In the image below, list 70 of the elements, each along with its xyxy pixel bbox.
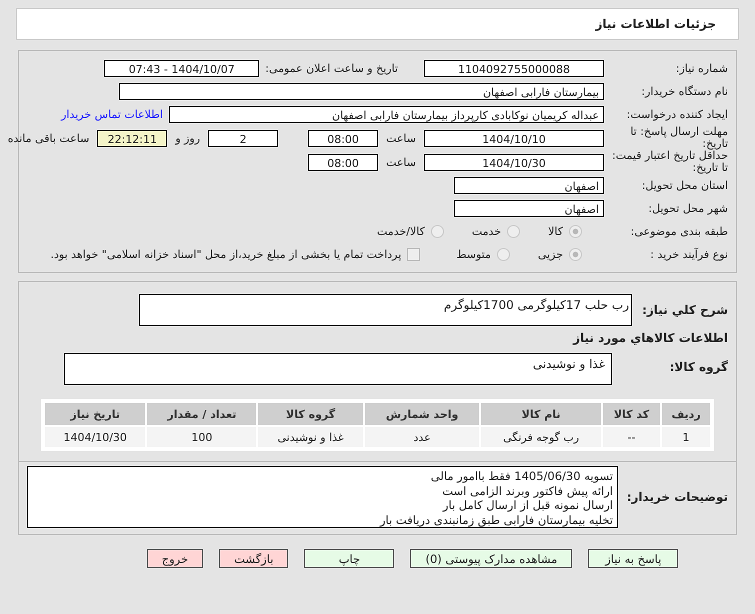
radio-label: خدمت [472, 225, 502, 238]
column-header: ردیف [662, 403, 710, 426]
radio-label: کالا [548, 225, 563, 238]
section-title: اطلاعات کالاهاي مورد نياز [573, 330, 728, 345]
field-label: نوع فرآیند خرید : [649, 248, 728, 262]
text-area[interactable]: تسویه 1405/06/30 فقط باامور مالی ارائه پیش فاکتور وبرند الزامی است ارسال نمونه قبل از ارسال کامل بار تخلیه بیمارستان فارابی طبق زمانبندی دریافت بار [27, 466, 618, 528]
input-field[interactable]: 1404/10/30 [424, 154, 604, 171]
field-label: ساعت [386, 132, 416, 145]
checkbox-label: پرداخت تمام یا بخشی از مبلغ خرید،از محل "اسناد خزانه اسلامی" خواهد بود. [50, 248, 402, 262]
field-label: استان محل تحویل: [640, 179, 728, 192]
field-label: تاریخ و ساعت اعلان عمومی: [265, 62, 398, 75]
input-field[interactable]: 08:00 [308, 130, 378, 147]
field-label: گروه کالا: [668, 360, 728, 374]
radio-button[interactable] [430, 225, 444, 238]
input-field[interactable]: 1404/10/07 - 07:43 [104, 60, 260, 77]
input-field[interactable]: 08:00 [308, 154, 378, 171]
field-label: شرح کلي نياز: [641, 303, 728, 318]
field-label: شهر محل تحویل: [647, 202, 728, 216]
field-label: مهلت ارسال پاسخ: تا تاریخ: [629, 126, 728, 150]
field-label: طبقه بندی موضوعی: [630, 225, 728, 238]
note-line: ارسال نمونه قبل از ارسال کامل بار [441, 498, 613, 513]
radio-label: جزیی [538, 248, 563, 262]
radio-button[interactable] [496, 248, 510, 262]
column-header: واحد شمارش [364, 403, 480, 426]
column-header: تعداد / مقدار [147, 403, 256, 426]
checkbox[interactable] [407, 248, 420, 262]
input-field[interactable]: اصفهان [454, 200, 604, 218]
column-header: نام کالا [481, 403, 601, 426]
table-cell: -- [602, 427, 660, 448]
column-header: کد کالا [602, 403, 660, 426]
field-label: ایجاد کننده درخواست: [626, 108, 728, 121]
input-field[interactable]: عبداله کریمیان نوکابادی کارپرداز بیمارستان فارابی اصفهان [169, 106, 604, 123]
action-button[interactable]: بازگشت [219, 549, 288, 568]
page-title: جزئیات اطلاعات نیاز [595, 17, 716, 31]
field-label: توضیحات خریدار: [626, 490, 728, 505]
table-cell: رب گوجه فرنگی [481, 427, 601, 448]
action-button[interactable]: چاپ [304, 549, 394, 568]
contact-link[interactable]: اطلاعات تماس خریدار [61, 108, 163, 121]
input-field[interactable]: بیمارستان فارابی اصفهان [119, 83, 604, 100]
table-cell: غذا و نوشیدنی [258, 427, 363, 448]
radio-button[interactable] [507, 225, 520, 238]
field-label: ساعت باقی مانده [8, 132, 90, 145]
action-button[interactable]: خروج [146, 549, 204, 568]
note-line: ارائه پیش فاکتور وبرند الزامی است [441, 484, 613, 498]
field-label: شماره نیاز: [674, 62, 728, 75]
field-label: نام دستگاه خریدار: [640, 85, 728, 98]
input-field[interactable]: 1104092755000088 [424, 60, 604, 77]
text-area[interactable]: غذا و نوشیدنی [64, 353, 612, 386]
table-cell: 1 [662, 427, 710, 448]
radio-button[interactable] [569, 225, 582, 238]
note-line: تخلیه بیمارستان فارابی طبق زمانبندی دریافت بار [378, 512, 613, 528]
action-button[interactable]: مشاهده مدارک پیوستی (0) [410, 549, 572, 568]
radio-button[interactable] [569, 248, 582, 262]
radio-label: کالا/خدمت [377, 225, 425, 238]
radio-label: متوسط [456, 248, 491, 262]
field-label: حداقل تاریخ اعتبار قیمت: تا تاریخ: [611, 150, 728, 174]
table-cell: 100 [147, 427, 256, 448]
action-button[interactable]: پاسخ به نیاز [588, 549, 678, 568]
countdown-field: 22:12:11 [97, 130, 168, 147]
text-area[interactable]: رب حلب 17کیلوگرمی 1700کیلوگرم [139, 294, 632, 326]
table-cell: عدد [364, 427, 480, 448]
input-field[interactable]: 1404/10/10 [424, 130, 604, 147]
table-cell: 1404/10/30 [45, 427, 146, 448]
column-header: گروه کالا [258, 403, 363, 426]
note-line: تسویه 1405/06/30 فقط باامور مالی [430, 469, 613, 484]
input-field[interactable]: اصفهان [454, 177, 604, 194]
field-label: ساعت [386, 156, 416, 169]
column-header: تاریخ نیاز [45, 403, 146, 426]
field-label: روز و [175, 132, 200, 145]
input-field[interactable]: 2 [208, 130, 278, 147]
